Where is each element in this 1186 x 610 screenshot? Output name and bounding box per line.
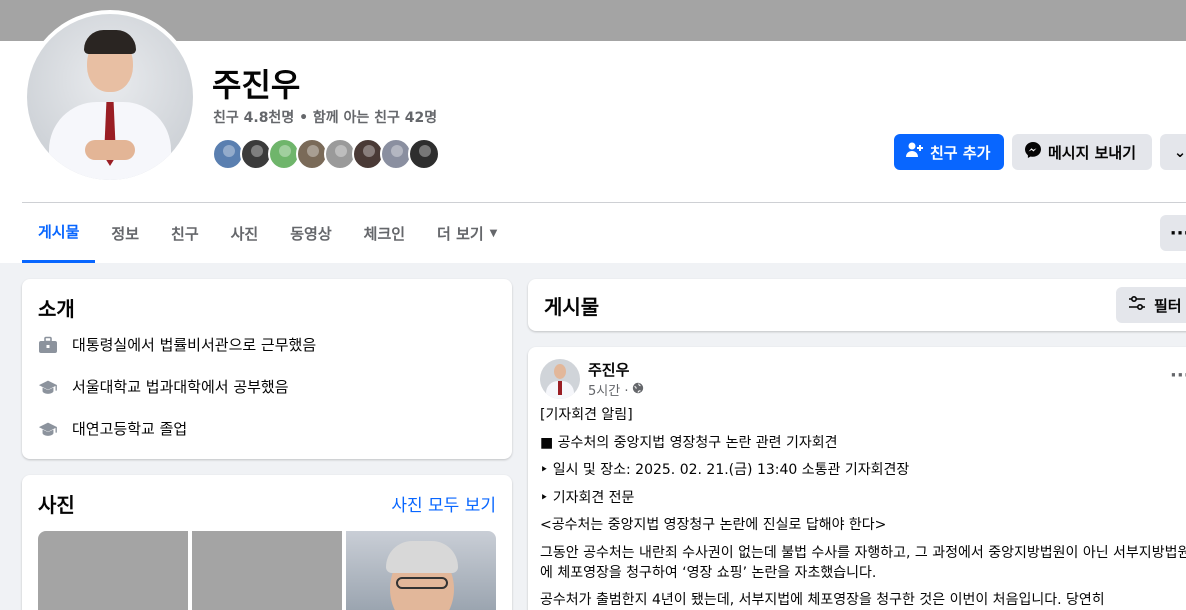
graduation-cap-icon [38,419,58,439]
post-line: 그동안 공수처는 내란죄 수사권이 없는데 불법 수사를 자행하고, 그 과정에… [540,544,1186,581]
photo-thumbnail[interactable] [38,531,188,610]
mutual-friend-avatar[interactable] [408,138,440,170]
posts-header-card: 게시물 필터 [528,279,1186,331]
intro-item: 대연고등학교 졸업 [38,418,187,439]
intro-item: 서울대학교 법과대학에서 공부했음 [38,376,289,397]
photos-title: 사진 [38,493,75,517]
post-line: ‣ 기자회견 전문 [540,489,635,506]
post-body: [기자회견 알림] ■ 공수처의 중앙지법 영장청구 논란 관련 기자회견 ‣ … [540,405,1186,610]
profile-tabs: 게시물 정보 친구 사진 동영상 체크인 더 보기 ▼ [22,203,513,263]
see-all-photos-link[interactable]: 사진 모두 보기 [391,491,496,516]
post-line: ■ 공수처의 중앙지법 영장청구 논란 관련 기자회견 [540,434,838,451]
tab-checkins[interactable]: 체크인 [348,203,421,263]
intro-title: 소개 [38,297,75,321]
post-author-avatar[interactable] [540,359,580,399]
post-options-button[interactable]: ··· [1170,365,1186,386]
graduation-cap-icon [38,377,58,397]
briefcase-icon [38,335,58,355]
post-line: [기자회견 알림] [540,407,633,423]
add-person-icon [906,142,924,162]
photo-thumbnail[interactable] [346,531,496,610]
photos-card: 사진 사진 모두 보기 [22,475,512,610]
messenger-icon [1024,141,1042,163]
sliders-icon [1128,295,1146,314]
post-line: ‣ 일시 및 장소: 2025. 02. 21.(금) 13:40 소통관 기자… [540,462,910,478]
profile-name: 주진우 [212,66,301,104]
friends-count[interactable]: 친구 4.8천명 • 함께 아는 친구 42명 [213,107,437,127]
post-timestamp[interactable]: 5시간 · [588,380,644,399]
chevron-down-icon: ⌄ [1173,143,1186,161]
post-author-name[interactable]: 주진우 [588,359,629,380]
posts-title: 게시물 [544,295,600,319]
filter-button[interactable]: 필터 [1116,287,1186,323]
intro-card: 소개 대통령실에서 법률비서관으로 근무했음 서울대학교 법과대학에서 공부했음… [22,279,512,459]
add-friend-button[interactable]: 친구 추가 [894,134,1004,170]
tab-about[interactable]: 정보 [95,203,155,263]
globe-icon [632,382,644,398]
tab-more[interactable]: 더 보기 ▼ [421,203,513,263]
tabs-overflow-button[interactable]: ··· [1160,215,1186,251]
intro-item: 대통령실에서 법률비서관으로 근무했음 [38,334,316,355]
tab-videos[interactable]: 동영상 [274,203,347,263]
post-line: <공수처는 중앙지법 영장청구 논란에 진실로 답해야 한다> [540,517,887,533]
post-line: 공수처가 출범한지 4년이 됐는데, 서부지법에 체포영장을 청구한 것은 이번… [540,592,1105,608]
tab-posts[interactable]: 게시물 [22,203,96,263]
cover-photo[interactable] [0,0,1186,41]
tab-friends[interactable]: 친구 [155,203,215,263]
photo-thumbnail[interactable] [192,531,342,610]
mutual-friend-avatars [212,138,440,170]
message-button[interactable]: 메시지 보내기 [1012,134,1152,170]
caret-down-icon: ▼ [489,227,498,239]
post-card: 주진우 5시간 · ··· [기자회견 알림] ■ 공수처의 중앙지법 영장청구… [528,347,1186,610]
tab-photos[interactable]: 사진 [215,203,275,263]
more-actions-button[interactable]: ⌄ [1160,134,1186,170]
profile-avatar[interactable] [23,10,197,184]
